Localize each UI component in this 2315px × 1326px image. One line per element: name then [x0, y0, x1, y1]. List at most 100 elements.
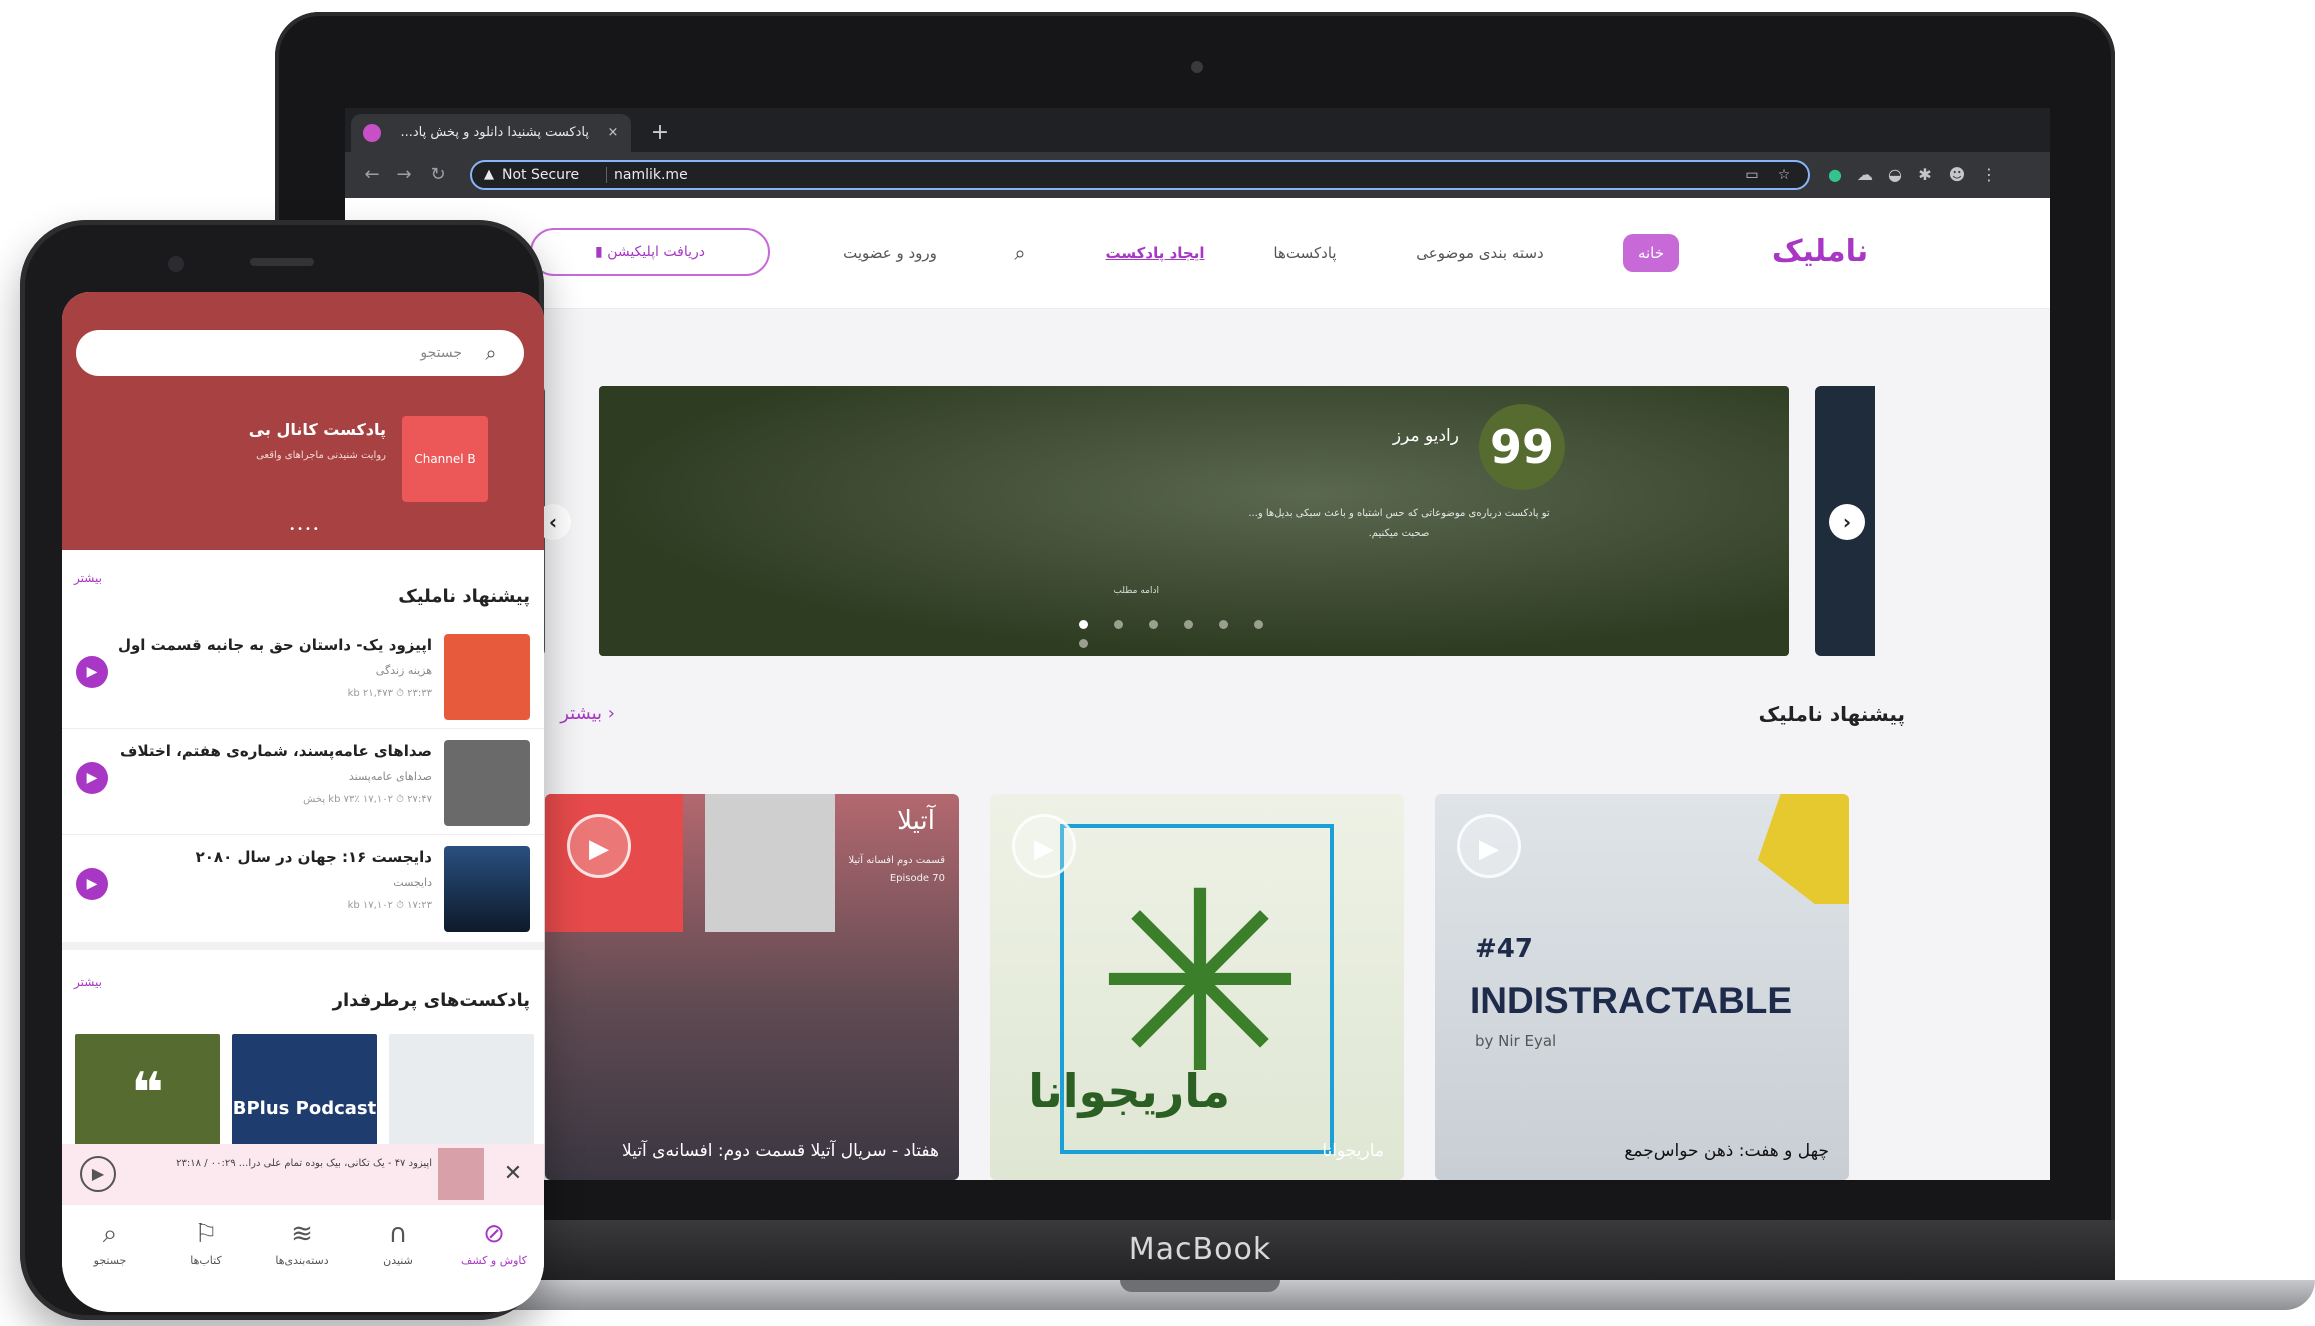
extension-glasses-icon[interactable]: ◒	[1883, 163, 1907, 187]
featured-slide[interactable]: 99 رادیو مرز تو پادکست درباره‌ی موضوعاتی…	[599, 386, 1789, 656]
episode-title: دایجست ۱۶: جهان در سال ۲۰۸۰	[195, 848, 432, 866]
episode-row[interactable]: صداهای عامه‌پسند، شماره‌ی هفتم، اختلاف ص…	[62, 728, 544, 835]
play-icon[interactable]: ▶	[76, 762, 108, 794]
slider-dot[interactable]	[1254, 620, 1263, 629]
popular-podcasts-row: BPlus Podcast ❝	[72, 1034, 534, 1154]
play-icon[interactable]: ▶	[567, 814, 631, 878]
episode-meta: ۲۷:۴۷ ⏱ ۱۷,۱۰۲ kb ۷۳٪ پخش	[303, 794, 432, 805]
episode-number: #47	[1475, 934, 1533, 964]
podcast-card-attila[interactable]: آتیلا قسمت دوم افسانه آتیلا Episode 70 ▶…	[545, 794, 959, 1180]
profile-avatar-icon[interactable]: ☻	[1945, 163, 1969, 187]
nav-podcasts[interactable]: پادکست‌ها	[1245, 234, 1365, 272]
popular-podcast-tile[interactable]	[389, 1034, 534, 1154]
card-art-name: آتیلا	[897, 806, 935, 836]
card-caption[interactable]: ماریجوانا	[1010, 1136, 1384, 1166]
slider-dot[interactable]	[1079, 639, 1088, 648]
episode-art-author: by Nir Eyal	[1475, 1032, 1557, 1050]
tab-title: پادکست پشنیدا دانلود و پخش پاد...	[400, 125, 589, 140]
menu-kebab-icon[interactable]: ⋮	[1977, 163, 2001, 187]
slide-description: تو پادکست درباره‌ی موضوعاتی که حس اشتباه…	[1248, 508, 1550, 539]
podcast-card-indistractable[interactable]: ▶ #47 INDISTRACTABLE by Nir Eyal چهل و ه…	[1435, 794, 1849, 1180]
recommend-more-link[interactable]: بیشتر	[74, 568, 102, 588]
tab-search[interactable]: ⌕ جستجو	[62, 1217, 158, 1287]
extension-cloud-icon[interactable]: ☁	[1853, 163, 1877, 187]
warning-icon: ▲	[484, 167, 494, 182]
extensions-puzzle-icon[interactable]: ✱	[1913, 163, 1937, 187]
slide-more-link[interactable]: ادامه مطلب	[1079, 586, 1159, 600]
nav-categories[interactable]: دسته بندی موضوعی	[1395, 234, 1565, 272]
cast-icon[interactable]: ▭	[1742, 165, 1762, 185]
play-icon[interactable]: ▶	[80, 1156, 116, 1192]
tab-favicon-icon	[363, 124, 381, 142]
back-icon[interactable]: ←	[359, 162, 385, 188]
bookmark-star-icon[interactable]: ☆	[1774, 165, 1794, 185]
hero-subtitle: روایت شنیدنی ماجراهای واقعی	[256, 450, 386, 461]
browser-toolbar: ← → ↻ ▲ Not Secure namlik.me ▭ ☆ ● ☁ ◒ ✱…	[345, 152, 2050, 198]
phone-search-input[interactable]: جستجو ⌕	[76, 330, 524, 376]
slider-dot[interactable]	[1149, 620, 1158, 629]
reload-icon[interactable]: ↻	[425, 162, 451, 188]
episode-thumbnail	[444, 634, 530, 720]
episode-meta: ۱۷:۲۳ ⏱ ۱۷,۱۰۲ kb	[347, 900, 432, 911]
section-title-recommend: پیشنهاد ناملیک	[1758, 702, 1905, 726]
card-caption[interactable]: چهل و هفت: ذهن حواس‌جمع	[1455, 1136, 1829, 1166]
address-bar[interactable]: ▲ Not Secure namlik.me ▭ ☆	[470, 160, 1810, 190]
episode-podcast: دایجست	[393, 876, 432, 889]
tab-categories[interactable]: ≋ دسته‌بندی‌ها	[254, 1217, 350, 1287]
popular-more-link[interactable]: بیشتر	[74, 972, 102, 992]
get-app-button[interactable]: دریافت اپلیکیشن ▮	[530, 228, 770, 276]
phone-hero-banner[interactable]: جستجو ⌕ Channel B پادکست کانال بی روایت …	[62, 292, 544, 550]
nav-home[interactable]: خانه	[1623, 234, 1679, 272]
slide-podcast-logo: 99	[1479, 404, 1565, 490]
tab-label: دسته‌بندی‌ها	[275, 1254, 329, 1267]
slide-title: رادیو مرز	[1392, 426, 1459, 446]
card-caption[interactable]: هفتاد - سریال آتیلا قسمت دوم: افسانه‌ی آ…	[565, 1136, 939, 1166]
tab-explore[interactable]: ⊘ کاوش و کشف	[446, 1217, 542, 1287]
search-placeholder: جستجو	[420, 345, 462, 361]
tab-label: جستجو	[93, 1254, 127, 1267]
slider-dot[interactable]	[1219, 620, 1228, 629]
new-tab-button[interactable]: +	[645, 114, 675, 152]
nav-create-podcast[interactable]: ایجاد پادکست	[1085, 234, 1225, 272]
play-icon[interactable]: ▶	[76, 868, 108, 900]
search-icon[interactable]: ⌕	[1005, 234, 1035, 272]
podcast-card-marijuana[interactable]: ✳ ماریجوانا ▶ ماریجوانا	[990, 794, 1404, 1180]
slider-dot[interactable]	[1114, 620, 1123, 629]
slider-dot[interactable]	[1079, 620, 1088, 629]
popular-podcast-tile[interactable]: BPlus Podcast	[232, 1034, 377, 1154]
browser-tab[interactable]: پادکست پشنیدا دانلود و پخش پاد... ×	[351, 114, 631, 152]
headphones-icon: ∩	[388, 1219, 408, 1249]
not-secure-label[interactable]: Not Secure	[502, 165, 602, 185]
compass-icon: ⊘	[483, 1219, 505, 1249]
slider-dot[interactable]	[1184, 620, 1193, 629]
phone-frame: جستجو ⌕ Channel B پادکست کانال بی روایت …	[20, 220, 544, 1320]
nav-login[interactable]: ورود و عضویت	[815, 234, 965, 272]
phone-screen: جستجو ⌕ Channel B پادکست کانال بی روایت …	[62, 292, 544, 1312]
close-icon[interactable]: ✕	[498, 1156, 528, 1192]
site-logo[interactable]: ناملیک	[1750, 230, 1890, 274]
extension-green-icon[interactable]: ●	[1823, 163, 1847, 187]
episode-row[interactable]: دایجست ۱۶: جهان در سال ۲۰۸۰ دایجست ۱۷:۲۳…	[62, 834, 544, 940]
site-header: ناملیک خانه دسته بندی موضوعی پادکست‌ها ا…	[345, 198, 2050, 309]
search-icon: ⌕	[102, 1219, 118, 1249]
tab-label: شنیدن	[383, 1254, 413, 1267]
play-icon[interactable]: ▶	[1012, 814, 1076, 878]
search-icon[interactable]: ⌕	[476, 330, 506, 376]
play-icon[interactable]: ▶	[76, 656, 108, 688]
tab-listen[interactable]: ∩ شنیدن	[350, 1217, 446, 1287]
url-text[interactable]: namlik.me	[614, 165, 914, 185]
tab-books[interactable]: ⚐ کتاب‌ها	[158, 1217, 254, 1287]
tab-close-icon[interactable]: ×	[603, 114, 623, 152]
episode-podcast: هزینه زندگی	[375, 664, 432, 677]
play-icon[interactable]: ▶	[1457, 814, 1521, 878]
mini-player[interactable]: ▶ اپیزود ۴۷ - یک تکانی، بیک بوده تمام عل…	[62, 1144, 544, 1204]
laptop-notch	[1120, 1280, 1280, 1292]
episode-art-title: INDISTRACTABLE	[1470, 980, 1793, 1021]
card-art-subtitle: قسمت دوم افسانه آتیلا Episode 70	[848, 855, 945, 884]
layers-icon: ≋	[291, 1219, 313, 1249]
slider-next-arrow-icon[interactable]: ›	[1829, 504, 1865, 540]
card-art-text: ماریجوانا	[1028, 1064, 1230, 1118]
forward-icon[interactable]: →	[391, 162, 417, 188]
episode-row[interactable]: اپیزود یک- داستان حق به جانبه قسمت اول ه…	[62, 622, 544, 729]
popular-podcast-tile[interactable]: ❝	[75, 1034, 220, 1154]
